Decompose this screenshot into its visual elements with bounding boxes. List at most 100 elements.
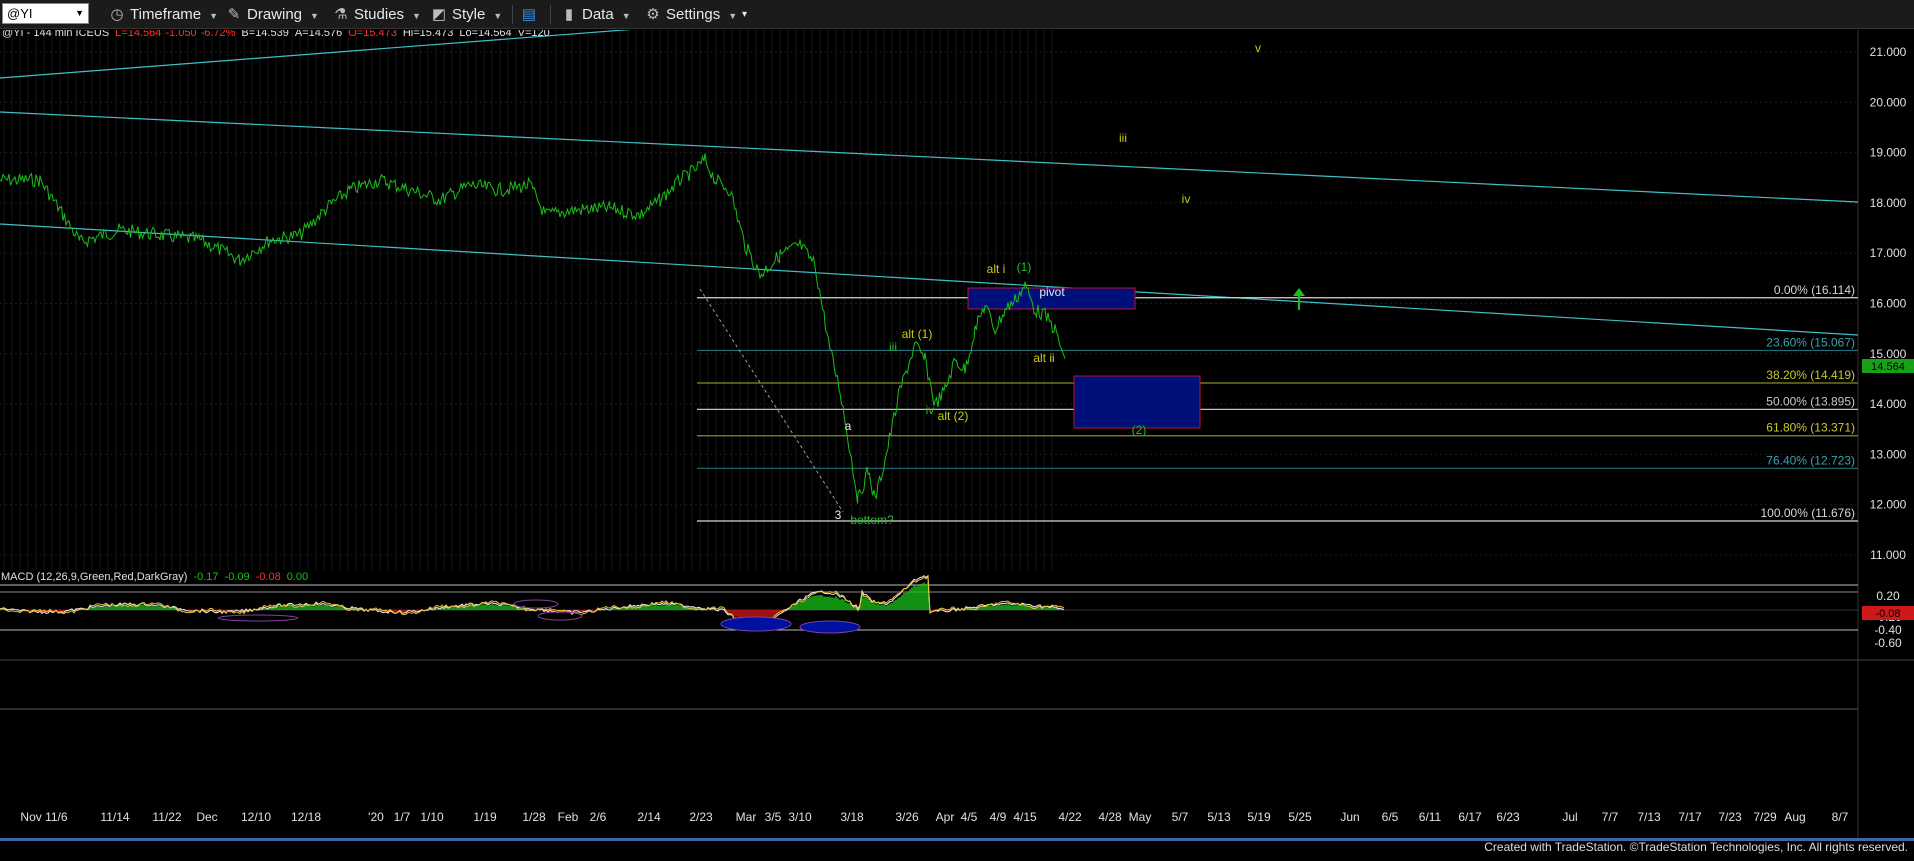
fib-level-label: 76.40% (12.723) (1766, 453, 1855, 467)
wave-label: alt (1) (902, 327, 933, 341)
time-tick: 2/6 (590, 810, 607, 824)
time-tick: 5/19 (1247, 810, 1271, 824)
time-tick: 3/5 (765, 810, 782, 824)
header-pct: -6.72% (201, 30, 236, 39)
toolbar-divider (550, 5, 551, 24)
header-exchange: ICEUS (76, 30, 110, 39)
time-tick: 1/28 (522, 810, 546, 824)
time-tick: 5/25 (1288, 810, 1312, 824)
macd-value-3: -0.08 (256, 571, 281, 583)
time-tick: 4/22 (1058, 810, 1082, 824)
time-axis: Nov 11/6 11/14 11/22 Dec 12/10 12/18 '20 1/7 1/1… (20, 810, 1848, 824)
channel-line-middle (0, 111, 1859, 203)
time-tick: 5/13 (1207, 810, 1231, 824)
wave-label: pivot (1039, 285, 1065, 299)
up-arrow-icon (1293, 288, 1305, 310)
time-tick: 2/23 (689, 810, 713, 824)
time-tick: 11/14 (100, 810, 129, 824)
wave-label: iii (889, 340, 897, 354)
vertical-grid (3, 30, 1053, 570)
time-tick: 4/9 (990, 810, 1007, 824)
time-tick: Aug (1784, 810, 1805, 824)
macd-value-2: -0.09 (225, 571, 250, 583)
last-price-marker: 14.564 (1862, 359, 1914, 373)
toolbar-more-icon[interactable]: ▾ (742, 4, 747, 25)
time-tick: 7/13 (1637, 810, 1661, 824)
chevron-down-icon: ▼ (728, 11, 738, 21)
time-tick: 4/5 (961, 810, 978, 824)
header-bid: B=14.539 (241, 30, 288, 39)
studies-label: Studies (354, 6, 405, 23)
price-tick: 19.000 (1870, 146, 1907, 160)
chevron-down-icon: ▼ (310, 11, 319, 21)
drawing-menu[interactable]: ✎ Drawing ▼ (225, 4, 319, 25)
wave-label: bottom? (850, 513, 894, 527)
channel-line-lower (0, 223, 1859, 336)
time-tick: 11/22 (152, 810, 181, 824)
macd-tick: -0.40 (1874, 623, 1902, 637)
style-label: Style (452, 6, 486, 23)
macd-tick: 0.20 (1876, 589, 1900, 603)
fib-level-label: 38.20% (14.419) (1766, 368, 1855, 382)
footer-credit: Created with TradeStation. ©TradeStation… (1484, 840, 1908, 854)
time-tick: May (1129, 810, 1152, 824)
time-tick: 12/18 (291, 810, 321, 824)
time-tick: 3/18 (840, 810, 864, 824)
macd-divergence-ellipse (720, 616, 792, 632)
header-readout: @YI - 144 min ICEUS L=14.564 -1.050 -6.72% B… (2, 27, 550, 39)
symbol-text: @YI (7, 6, 33, 21)
header-line: @YI - 144 min ICEUS L=14.564 -1.050 -6.72% B… (2, 30, 550, 39)
toolbar-divider (512, 5, 513, 24)
fib-level-label: 61.80% (13.371) (1766, 421, 1855, 435)
fib-level-label: 50.00% (13.895) (1766, 394, 1855, 408)
chart-area[interactable]: 0.00% (16.114) 23.60% (15.067) 38.20% (14.… (0, 23, 1914, 856)
time-tick: 7/23 (1718, 810, 1742, 824)
time-tick: Jul (1562, 810, 1577, 824)
wave-label: a (845, 419, 852, 433)
wave-label: (2) (1132, 423, 1147, 437)
time-tick: 1/19 (473, 810, 497, 824)
horizontal-grid (0, 51, 1858, 556)
timeframe-menu[interactable]: ◷ Timeframe ▼ (108, 4, 218, 25)
price-tick: 14.000 (1870, 397, 1907, 411)
layout-button[interactable]: ▤ (520, 4, 542, 25)
fib-level-label: 23.60% (15.067) (1766, 335, 1855, 349)
layout-icon: ▤ (521, 6, 537, 23)
wave-label: (1) (1017, 260, 1032, 274)
wave-label: alt i (987, 262, 1006, 276)
pencil-icon: ✎ (227, 6, 241, 23)
wave-label: alt (2) (938, 409, 969, 423)
macd-value-1: -0.17 (193, 571, 218, 583)
price-tick: 20.000 (1870, 95, 1907, 109)
price-tick: 11.000 (1870, 548, 1906, 562)
studies-menu[interactable]: ⚗ Studies ▼ (332, 4, 421, 25)
header-ask: A=14.576 (295, 30, 342, 39)
time-tick: 7/29 (1753, 810, 1777, 824)
fib-level-label: 0.00% (16.114) (1774, 283, 1855, 297)
time-tick: Mar (736, 810, 757, 824)
time-tick: 1/7 (394, 810, 411, 824)
time-tick: 3/26 (895, 810, 919, 824)
style-menu[interactable]: ◩ Style ▼ (430, 4, 502, 25)
settings-menu[interactable]: ⚙ Settings ▼ (644, 4, 737, 25)
header-volume: V=120 (518, 30, 550, 39)
chevron-down-icon: ▼ (412, 11, 421, 21)
time-tick: 7/7 (1602, 810, 1619, 824)
target-box (1073, 375, 1201, 429)
time-tick: 6/11 (1419, 810, 1442, 824)
chevron-down-icon: ▼ (209, 11, 219, 21)
time-tick: '20 (368, 810, 384, 824)
header-high: Hi=15.473 (403, 30, 453, 39)
time-tick: Apr (936, 810, 955, 824)
time-tick: Nov 11/6 (20, 810, 67, 824)
chevron-down-icon: ▼ (621, 11, 631, 21)
time-tick: 4/15 (1013, 810, 1037, 824)
header-low: Lo=14.564 (459, 30, 511, 39)
time-tick: 1/10 (420, 810, 444, 824)
price-axis: 21.000 20.000 19.000 18.000 17.000 16.000 15.0… (1870, 45, 1907, 562)
wave-label: alt ii (1033, 351, 1054, 365)
symbol-selector[interactable]: @YI ▼ (2, 3, 89, 24)
time-tick: Feb (558, 810, 579, 824)
data-menu[interactable]: ▮ Data ▼ (560, 4, 631, 25)
chevron-down-icon[interactable]: ▼ (75, 4, 84, 23)
